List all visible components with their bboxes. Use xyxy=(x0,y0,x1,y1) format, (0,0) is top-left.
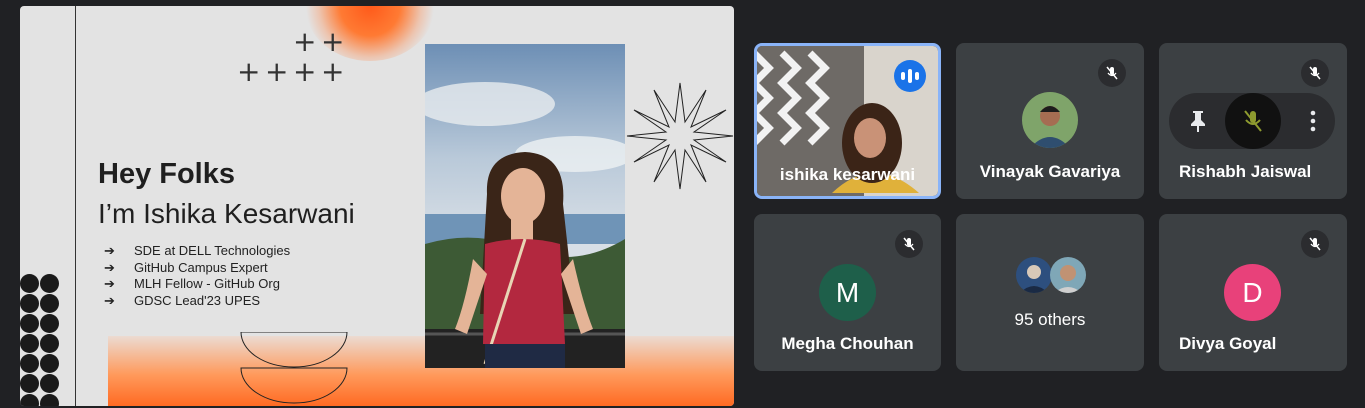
others-avatar-stack xyxy=(1016,257,1086,293)
semicircle-decoration xyxy=(240,332,348,404)
slide-bullet: ➔ MLH Fellow - GitHub Org xyxy=(104,276,280,291)
avatar: M xyxy=(819,264,876,321)
presenter-photo xyxy=(425,44,625,368)
participant-name: Divya Goyal xyxy=(1179,334,1277,353)
slide-heading: Hey Folks xyxy=(98,158,235,190)
participant-tile-others[interactable]: 95 others xyxy=(956,214,1144,371)
participant-name: Vinayak Gavariya xyxy=(979,162,1121,181)
slide-subheading: I’m Ishika Kesarwani xyxy=(98,198,355,229)
avatar xyxy=(1225,93,1281,149)
slide-bullet: ➔ GitHub Campus Expert xyxy=(104,259,268,275)
participant-tile-divya[interactable]: D Divya Goyal xyxy=(1159,214,1347,371)
plus-decoration: + xyxy=(321,25,345,58)
plus-decoration: + xyxy=(265,55,289,88)
participant-tile-vinayak[interactable]: Vinayak Gavariya xyxy=(956,43,1144,199)
pin-icon[interactable] xyxy=(1187,109,1209,133)
avatar: D xyxy=(1224,264,1281,321)
mic-off-icon xyxy=(1301,230,1329,258)
participant-tile-megha[interactable]: M Megha Chouhan xyxy=(754,214,941,371)
avatar xyxy=(1022,92,1078,148)
plus-decoration: + xyxy=(293,55,317,88)
others-count-label: 95 others xyxy=(1014,310,1086,329)
slide-divider-line xyxy=(75,6,76,406)
plus-decoration: + xyxy=(321,55,345,88)
participant-tile-ishika[interactable]: ishika kesarwani xyxy=(754,43,941,199)
participant-name: ishika kesarwani xyxy=(779,165,916,184)
slide-bullet: ➔ GDSC Lead'23 UPES xyxy=(104,292,261,308)
starburst-decoration xyxy=(626,82,734,190)
plus-decoration: + xyxy=(293,25,317,58)
tile-hover-controls xyxy=(1169,93,1335,149)
mic-off-icon xyxy=(1301,59,1329,87)
slide-bullet: ➔ SDE at DELL Technologies xyxy=(104,243,291,258)
orange-gradient-decoration xyxy=(108,336,734,406)
participant-tile-rishabh[interactable]: Rishabh Jaiswal xyxy=(1159,43,1347,199)
mic-off-icon xyxy=(895,230,923,258)
slide-bullet-list: ➔ SDE at DELL Technologies ➔ GitHub Campus… xyxy=(104,243,290,309)
more-options-icon[interactable] xyxy=(1309,109,1317,133)
plus-decoration: + xyxy=(237,55,261,88)
participant-name: Megha Chouhan xyxy=(781,334,914,353)
mic-off-icon xyxy=(1098,59,1126,87)
participant-name: Rishabh Jaiswal xyxy=(1179,162,1312,181)
mic-off-icon[interactable] xyxy=(1240,108,1266,134)
speaking-indicator-icon xyxy=(894,60,926,92)
presentation-slide: + + + + + + Hey Folks I’m Ishika Kesarwa… xyxy=(20,6,734,406)
